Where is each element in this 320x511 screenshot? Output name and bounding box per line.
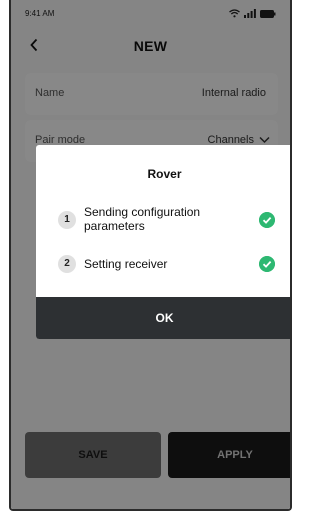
step-text: Setting receiver <box>84 257 168 271</box>
step-number: 1 <box>58 211 76 229</box>
dialog-title: Rover <box>147 167 182 181</box>
check-circle-icon <box>259 256 275 272</box>
phone-frame: 9:41 AM NEW Name Internal radio Pair mod… <box>9 0 292 511</box>
ok-button[interactable]: OK <box>36 297 290 339</box>
rover-dialog: Rover 1 Sending configuration parameters… <box>36 145 290 339</box>
step-item: 2 Setting receiver <box>58 255 275 275</box>
check-circle-icon <box>259 212 275 228</box>
step-number: 2 <box>58 255 76 273</box>
step-item: 1 Sending configuration parameters <box>58 205 275 237</box>
step-text: Sending configuration parameters <box>84 205 201 233</box>
